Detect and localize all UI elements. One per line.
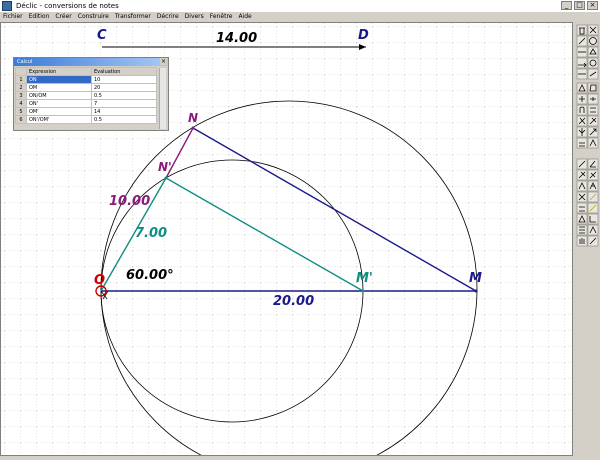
calc-title-text: Calcul — [17, 59, 33, 65]
row-number: 4 — [15, 99, 27, 108]
table-row[interactable]: 4 ON' 7 — [15, 99, 157, 108]
menu-transformer[interactable]: Transformer — [112, 12, 154, 22]
menu-creer[interactable]: Créer — [52, 12, 74, 22]
calc-table: Expression Evaluation 1 ON 10 2 OM 20 3 … — [15, 67, 157, 124]
calc-header-evaluation: Evaluation — [91, 67, 157, 76]
parallel-tool-icon[interactable] — [587, 104, 599, 116]
point-n-marker[interactable] — [191, 126, 195, 130]
label-c: C — [97, 28, 107, 43]
tool-palette-icons — [576, 24, 599, 247]
ray-tool-icon[interactable] — [576, 57, 588, 69]
point-n-prime-marker[interactable] — [164, 176, 168, 180]
row-evaluation: 0.5 — [91, 91, 157, 100]
row-expression[interactable]: OM — [26, 83, 92, 92]
row-expression[interactable]: OM' — [26, 107, 92, 116]
point-m-marker[interactable] — [474, 289, 478, 293]
row-evaluation: 14 — [91, 107, 157, 116]
menu-divers[interactable]: Divers — [182, 12, 207, 22]
row-expression[interactable]: ON — [26, 75, 92, 84]
row-evaluation: 7 — [91, 99, 157, 108]
row-number: 1 — [15, 75, 27, 84]
menu-aide[interactable]: Aide — [235, 12, 254, 22]
row-evaluation: 10 — [91, 75, 157, 84]
label-m: M — [469, 271, 482, 286]
calc-scrollbar[interactable] — [159, 68, 166, 129]
table-row[interactable]: 3 ON/OM 0.5 — [15, 91, 157, 100]
measure-om: 20.00 — [273, 294, 314, 309]
row-number: 6 — [15, 115, 27, 124]
app-icon — [2, 1, 12, 11]
table-row[interactable]: 6 ON'/OM' 0.5 — [15, 115, 157, 124]
row-number: 2 — [15, 83, 27, 92]
row-expression[interactable]: ON'/OM' — [26, 115, 92, 124]
calc-window[interactable]: Calcul × Expression Evaluation 1 ON 10 2… — [13, 57, 169, 131]
menu-fichier[interactable]: Fichier — [0, 12, 26, 22]
calc-header-expression: Expression — [26, 67, 92, 76]
close-button[interactable]: × — [587, 1, 598, 10]
calc-close-button[interactable]: × — [160, 58, 167, 65]
row-number: 5 — [15, 107, 27, 116]
menu-bar: Fichier Edition Créer Construire Transfo… — [0, 12, 600, 22]
row-number: 3 — [15, 91, 27, 100]
calc-window-title[interactable]: Calcul × — [14, 58, 168, 66]
label-n: N — [188, 111, 198, 125]
measure-angle: 60.00° — [126, 268, 174, 283]
menu-decrire[interactable]: Décrire — [154, 12, 182, 22]
label-n-prime: N' — [158, 160, 172, 174]
arc-tool-icon[interactable] — [587, 57, 599, 69]
table-row[interactable]: 1 ON 10 — [15, 75, 157, 84]
quadrilateral-tool-icon[interactable] — [587, 82, 599, 94]
style-tool-icon[interactable] — [576, 202, 588, 214]
label-m-prime: M' — [356, 271, 373, 286]
row-expression[interactable]: ON' — [26, 99, 92, 108]
menu-fenetre[interactable]: Fenêtre — [207, 12, 236, 22]
minimize-button[interactable]: _ — [561, 1, 572, 10]
intersection-tool-icon[interactable] — [576, 104, 588, 116]
row-evaluation: 0.5 — [91, 115, 157, 124]
measure-on-prime: 7.00 — [135, 226, 167, 241]
label-d: D — [358, 28, 369, 43]
trash-tool-icon[interactable] — [576, 24, 588, 36]
table-row[interactable]: 2 OM 20 — [15, 83, 157, 92]
measure-on: 10.00 — [109, 194, 150, 209]
row-expression[interactable]: ON/OM — [26, 91, 92, 100]
menu-edition[interactable]: Edition — [26, 12, 53, 22]
maximize-button[interactable]: □ — [574, 1, 585, 10]
label-o: O — [94, 273, 105, 288]
calc-header-num — [15, 67, 27, 76]
tool-palette — [575, 22, 600, 456]
axes-tool-icon[interactable] — [587, 213, 599, 225]
window-title: Déclic - conversions de notes — [16, 2, 119, 10]
table-row[interactable]: 5 OM' 14 — [15, 107, 157, 116]
drawing-canvas[interactable]: C D O N N' M M' 14.00 10.00 7.00 60.00° … — [0, 22, 573, 456]
row-evaluation: 20 — [91, 83, 157, 92]
point-m-prime-marker[interactable] — [361, 289, 365, 293]
menu-construire[interactable]: Construire — [75, 12, 112, 22]
measure-cd: 14.00 — [216, 31, 257, 46]
